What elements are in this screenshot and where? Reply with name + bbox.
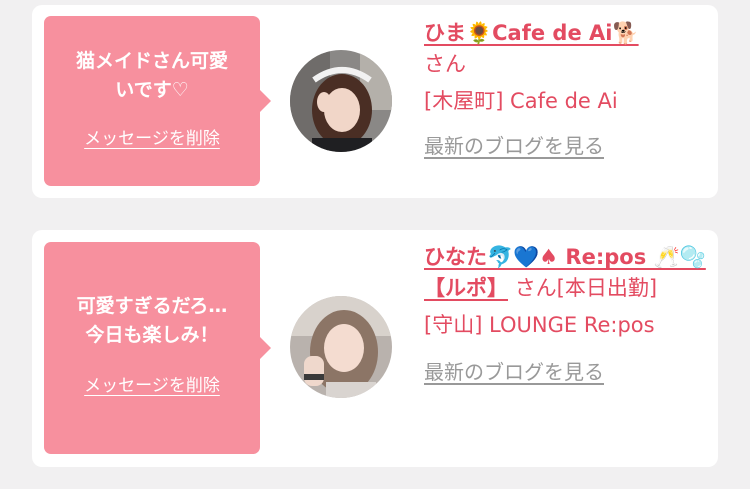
- message-line: 猫メイドさん可愛: [75, 50, 228, 72]
- latest-blog-link[interactable]: 最新のブログを見る: [424, 357, 604, 388]
- message-line: いです♡: [115, 79, 189, 101]
- cast-info: ひま🌻Cafe de Ai🐕 さん [木屋町] Cafe de Ai 最新のブロ…: [424, 18, 708, 162]
- avatar-photo: [290, 296, 392, 398]
- message-text: 可愛すぎるだろ… 今日も楽しみ！: [44, 292, 260, 350]
- message-bubble: 猫メイドさん可愛 いです♡ メッセージを削除: [44, 16, 271, 186]
- avatar-photo: [290, 50, 392, 152]
- cast-info: ひなた🐬💙♠ Re:pos 🥂🫧【ルポ】 さん[本日出勤] [守山] LOUNG…: [424, 242, 708, 388]
- delete-message-link[interactable]: メッセージを削除: [84, 124, 220, 149]
- cast-name-suffix: さん: [424, 52, 466, 76]
- cast-name-link[interactable]: ひま🌻Cafe de Ai🐕: [424, 21, 639, 45]
- message-line: 今日も楽しみ！: [85, 324, 219, 346]
- cast-avatar[interactable]: [290, 296, 392, 398]
- cast-avatar[interactable]: [290, 50, 392, 152]
- shop-name: [木屋町] Cafe de Ai: [424, 89, 618, 113]
- shop-name: [守山] LOUNGE Re:pos: [424, 313, 655, 337]
- message-line: 可愛すぎるだろ…: [76, 295, 228, 317]
- cast-name-suffix: さん[本日出勤]: [514, 276, 658, 300]
- delete-message-link[interactable]: メッセージを削除: [84, 371, 220, 396]
- message-bubble: 可愛すぎるだろ… 今日も楽しみ！ メッセージを削除: [44, 242, 271, 454]
- favorite-card: 猫メイドさん可愛 いです♡ メッセージを削除 ひま🌻Cafe de Ai🐕 さん…: [32, 5, 718, 198]
- latest-blog-link[interactable]: 最新のブログを見る: [424, 131, 604, 162]
- favorite-card: 可愛すぎるだろ… 今日も楽しみ！ メッセージを削除 ひなた🐬💙♠ Re:pos …: [32, 230, 718, 467]
- message-text: 猫メイドさん可愛 いです♡: [44, 47, 260, 105]
